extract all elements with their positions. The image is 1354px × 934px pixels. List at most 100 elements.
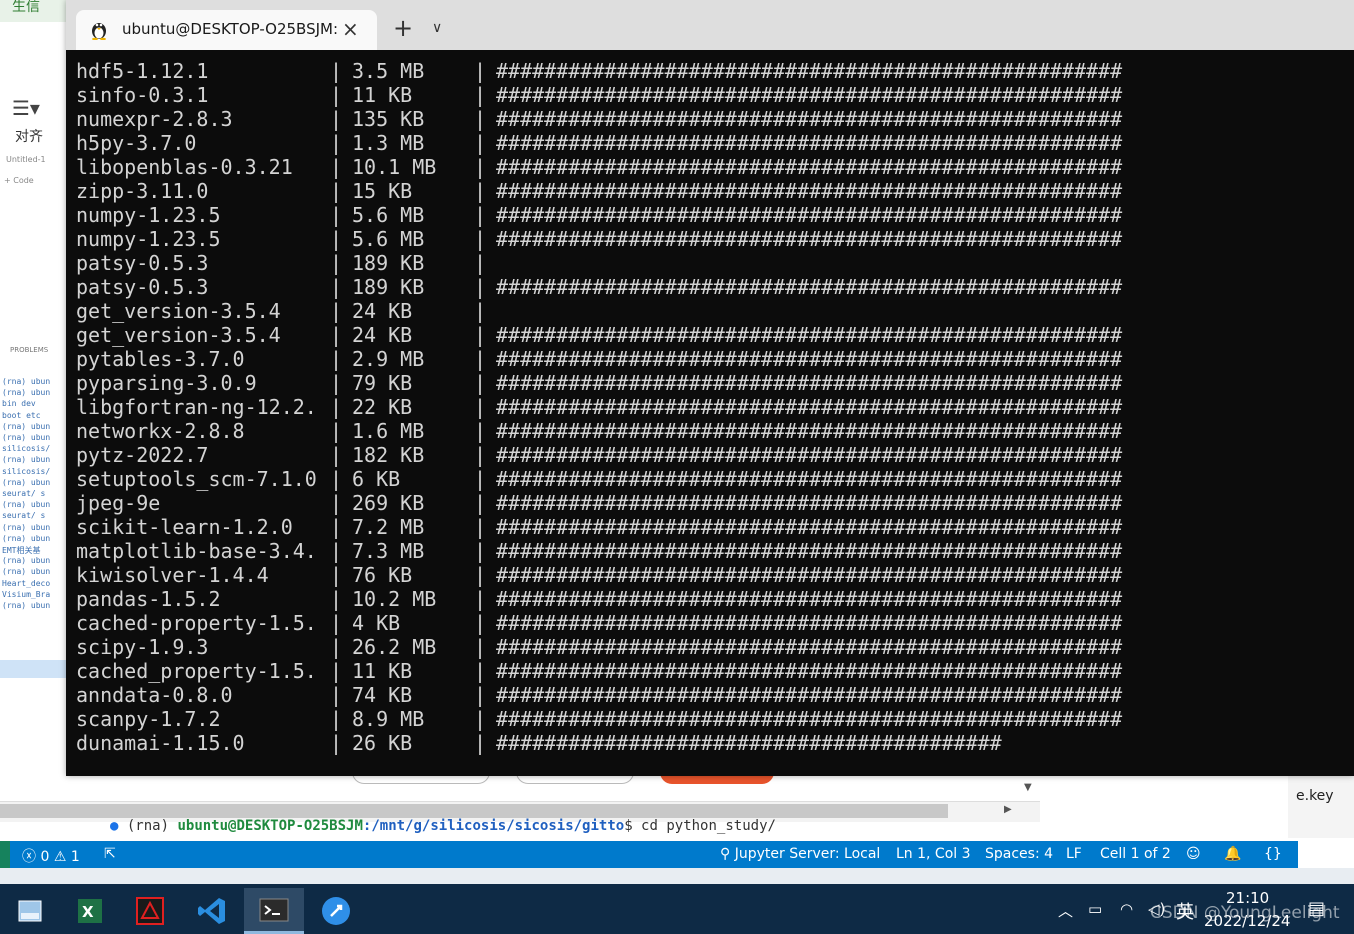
progress-hashes: ########################################… — [496, 203, 1123, 227]
column-separator: | — [474, 683, 487, 707]
vscode-icon[interactable] — [182, 888, 242, 934]
close-tab-icon[interactable]: × — [342, 17, 359, 41]
package-size: 26 KB — [352, 731, 413, 755]
package-name: scikit-learn-1.2.0 — [76, 515, 293, 539]
column-separator: | — [474, 275, 487, 299]
align-label: 对齐 — [15, 129, 43, 145]
column-separator: | — [330, 659, 343, 683]
package-name: numpy-1.23.5 — [76, 203, 221, 227]
background-terminal-line: boot etc — [2, 410, 41, 420]
package-name: dunamai-1.15.0 — [76, 731, 245, 755]
scroll-down-icon[interactable]: ▼ — [1024, 782, 1032, 793]
background-terminal-line: silicosis/ — [2, 466, 51, 476]
progress-hashes: ########################################… — [496, 707, 1123, 731]
problems-status[interactable]: ⓧ 0 ⚠ 1 — [22, 846, 80, 866]
file-manager-icon[interactable] — [0, 888, 60, 934]
background-app-tab[interactable]: 生信 — [0, 0, 66, 22]
background-terminal-line: Visium_Bra — [2, 589, 51, 599]
bracket-icon[interactable]: {} — [1264, 846, 1282, 862]
column-separator: | — [330, 179, 343, 203]
column-separator: | — [474, 443, 487, 467]
column-separator: | — [330, 371, 343, 395]
package-size: 76 KB — [352, 563, 413, 587]
feedback-icon[interactable]: ☺ — [1186, 846, 1201, 862]
progress-hashes: ########################################… — [496, 59, 1123, 83]
progress-hashes: ########################################… — [496, 491, 1123, 515]
package-name: scipy-1.9.3 — [76, 635, 209, 659]
package-name: matplotlib-base-3.4. — [76, 539, 317, 563]
column-separator: | — [474, 323, 487, 347]
background-terminal-line: (rna) ubun — [2, 477, 51, 487]
column-separator: | — [474, 515, 487, 539]
live-share-icon[interactable]: ⇱ — [104, 846, 116, 862]
progress-hashes: ########################################… — [496, 563, 1123, 587]
column-separator: | — [330, 587, 343, 611]
background-terminal-line: EMT相关基 — [2, 546, 41, 555]
problems-tab[interactable]: PROBLEMS — [10, 346, 48, 354]
wifi-icon[interactable]: ◠ — [1120, 900, 1133, 918]
background-terminal-line: bin dev — [2, 399, 36, 409]
package-name: h5py-3.7.0 — [76, 131, 197, 155]
column-separator: | — [330, 539, 343, 563]
column-separator: | — [474, 107, 487, 131]
battery-icon[interactable]: ▭ — [1088, 900, 1102, 918]
new-tab-icon[interactable]: + — [393, 14, 413, 42]
command-status-icon: ● — [110, 818, 119, 834]
package-name: hdf5-1.12.1 — [76, 59, 209, 83]
indentation-status[interactable]: Spaces: 4 — [985, 846, 1053, 862]
cell-status[interactable]: Cell 1 of 2 — [1100, 846, 1171, 862]
column-separator: | — [330, 347, 343, 371]
svg-text:X: X — [82, 903, 94, 921]
scroll-right-icon[interactable]: ▶ — [1004, 804, 1012, 815]
package-size: 7.3 MB — [352, 539, 425, 563]
progress-hashes: ########################################… — [496, 371, 1123, 395]
column-separator: | — [474, 467, 487, 491]
package-size: 24 KB — [352, 299, 413, 323]
package-size: 10.1 MB — [352, 155, 437, 179]
package-name: cached_property-1.5. — [76, 659, 317, 683]
show-hidden-icons-icon[interactable]: ︿ — [1058, 900, 1073, 921]
column-separator: | — [474, 419, 487, 443]
eol-status[interactable]: LF — [1066, 846, 1082, 862]
background-terminal-line: (rna) ubun — [2, 533, 51, 543]
terminal-icon[interactable] — [244, 888, 304, 934]
background-terminal-line: (rna) ubun — [2, 388, 51, 398]
prompt-env: (rna) — [126, 818, 170, 834]
column-separator: | — [474, 563, 487, 587]
column-separator: | — [330, 707, 343, 731]
rocket-icon[interactable] — [306, 888, 366, 934]
package-size: 1.3 MB — [352, 131, 425, 155]
package-name: scanpy-1.7.2 — [76, 707, 221, 731]
prompt-path: :/mnt/g/silicosis/sicosis/gitto — [362, 818, 625, 834]
add-code-button[interactable]: + Code — [4, 176, 34, 185]
progress-hashes: ########################################… — [496, 515, 1123, 539]
untitled-tab[interactable]: Untitled-1 — [6, 155, 46, 164]
package-name: get_version-3.5.4 — [76, 299, 281, 323]
column-separator: | — [474, 731, 487, 755]
selected-line — [0, 660, 66, 678]
progress-hashes: ########################################… — [496, 443, 1123, 467]
package-name: pyparsing-3.0.9 — [76, 371, 257, 395]
chevron-down-icon[interactable]: ∨ — [432, 20, 442, 36]
background-terminal-line: (rna) ubun — [2, 556, 51, 566]
progress-hashes: ########################################… — [496, 467, 1123, 491]
column-separator: | — [474, 83, 487, 107]
acrobat-icon[interactable] — [120, 888, 180, 934]
background-terminal-line: (rna) ubun — [2, 433, 51, 442]
jupyter-server-status[interactable]: ⚲ Jupyter Server: Local — [720, 846, 880, 862]
remote-indicator[interactable] — [0, 841, 10, 868]
background-window-remnant — [1288, 774, 1354, 838]
align-icon[interactable]: ☰▾ — [12, 96, 40, 120]
column-separator: | — [474, 539, 487, 563]
package-size: 189 KB — [352, 251, 425, 275]
scrollbar-thumb[interactable] — [0, 804, 948, 818]
notification-icon[interactable]: 🔔 — [1224, 846, 1241, 862]
background-terminal-line: (rna) ubun — [2, 567, 51, 577]
column-separator: | — [474, 635, 487, 659]
cursor-position[interactable]: Ln 1, Col 3 — [896, 846, 971, 862]
package-size: 79 KB — [352, 371, 413, 395]
vscode-terminal-line: ● (rna) ubuntu@DESKTOP-O25BSJM:/mnt/g/si… — [110, 818, 776, 838]
excel-icon[interactable]: X — [60, 888, 120, 934]
column-separator: | — [474, 347, 487, 371]
package-size: 182 KB — [352, 443, 425, 467]
